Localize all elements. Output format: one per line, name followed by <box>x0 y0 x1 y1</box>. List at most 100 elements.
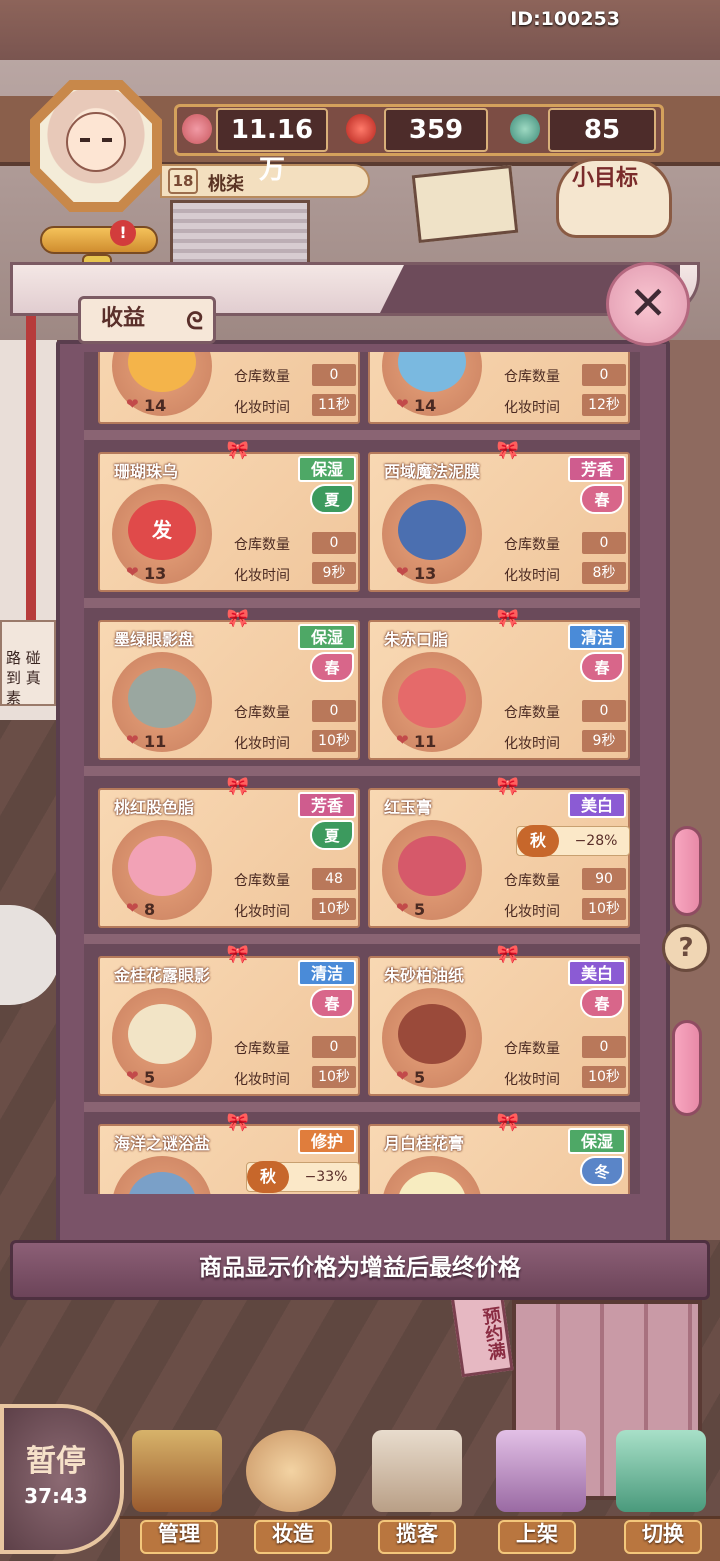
heart-coin-icon: ❤ <box>396 563 409 581</box>
player-name: 桃柒 <box>208 174 244 195</box>
item-card[interactable]: 🎀 海洋之谜浴盐 修护秋 −33% <box>98 1114 360 1194</box>
bow-icon: 🎀 <box>226 608 250 629</box>
time-label: 化妆时间 <box>504 400 560 416</box>
close-button[interactable]: ✕ <box>606 262 690 346</box>
left-side-note: 路 碰到 真素 <box>0 620 56 707</box>
season-bonus: 秋 −28% <box>516 825 630 857</box>
effect-tag: 保湿 <box>298 624 356 650</box>
effect-tag: 清洁 <box>568 624 626 650</box>
effect-tag: 清洁 <box>298 960 356 986</box>
item-card[interactable]: 🎀 桃红股色脂 芳香夏仓库数量 48 化妆时间 10秒 ❤ 8 <box>98 778 360 928</box>
effect-tag: 芳香 <box>568 456 626 482</box>
level-badge: 18 <box>168 168 198 194</box>
heart-coin-icon: ❤ <box>126 899 139 917</box>
item-name: 西域魔法泥膜 <box>384 462 481 481</box>
item-name: 朱赤口脂 <box>384 630 449 649</box>
season-badge: 春 <box>310 988 354 1018</box>
item-art-label: 发 <box>152 518 172 542</box>
shelf-divider <box>84 766 640 776</box>
season-badge: 春 <box>580 988 624 1018</box>
toolbar-switch-button[interactable]: 切换 <box>618 1518 708 1548</box>
panel-title[interactable]: 收益 ᘓ <box>78 296 216 344</box>
toolbar-makeup-button[interactable]: 妆造 <box>248 1518 338 1548</box>
map-pin-icon[interactable] <box>616 1430 706 1512</box>
item-name: 墨绿眼影盘 <box>114 630 195 649</box>
resource-jade[interactable]: 85 <box>548 108 656 152</box>
time-value: 10秒 <box>312 898 356 920</box>
heart-coin-icon: ❤ <box>126 1067 139 1085</box>
shelf-divider <box>84 430 640 440</box>
help-button[interactable]: ? <box>662 924 710 972</box>
item-grid[interactable]: 🎀仓库数量0化妆时间11秒❤14🎀仓库数量0化妆时间12秒❤14🎀珊瑚珠乌发保湿… <box>84 352 640 1194</box>
heart-coin-icon: ❤ <box>396 395 409 413</box>
item-card[interactable]: 🎀 墨绿眼影盘 保湿春仓库数量 0 化妆时间 10秒 ❤ 11 <box>98 610 360 760</box>
scroll-handle-upper[interactable] <box>672 826 702 916</box>
footer-note: 商品显示价格为增益后最终价格 <box>199 1255 521 1281</box>
item-card[interactable]: 🎀 朱砂柏油纸 美白春仓库数量 0 化妆时间 10秒 ❤ 5 <box>368 946 630 1096</box>
item-card[interactable]: 🎀 西域魔法泥膜 芳香春仓库数量 0 化妆时间 8秒 ❤ 13 <box>368 442 630 592</box>
item-card[interactable]: 🎀 红玉膏 美白秋 −28% 仓库数量 90 化妆时间 10秒 ❤ 5 <box>368 778 630 928</box>
bow-icon: 🎀 <box>496 608 520 629</box>
season-badge: 春 <box>580 484 624 514</box>
stock-value: 0 <box>582 532 626 554</box>
season-badge: 冬 <box>580 1156 624 1186</box>
item-price: 11 <box>144 732 167 751</box>
scene-sign-board <box>411 164 519 244</box>
item-name: 桃红股色脂 <box>114 798 195 817</box>
signpost-icon[interactable] <box>372 1430 462 1512</box>
question-icon: ? <box>678 933 694 963</box>
item-art-icon <box>128 1004 196 1064</box>
time-value: 12秒 <box>582 394 626 416</box>
shop-stall-icon[interactable] <box>132 1430 222 1512</box>
effect-tag: 美白 <box>568 960 626 986</box>
item-art-icon <box>398 1004 466 1064</box>
time-label: 化妆时间 <box>504 568 560 584</box>
item-card[interactable]: 🎀 珊瑚珠乌发 保湿夏仓库数量 0 化妆时间 9秒 ❤ 13 <box>98 442 360 592</box>
swirl-icon: ᘓ <box>186 307 203 335</box>
heart-coin-icon: ❤ <box>126 563 139 581</box>
time-label: 化妆时间 <box>234 904 290 920</box>
item-price: 13 <box>414 564 437 583</box>
time-value: 10秒 <box>582 898 626 920</box>
stock-label: 仓库数量 <box>234 369 290 385</box>
stock-value: 48 <box>312 868 356 890</box>
item-card[interactable]: 🎀 朱赤口脂 清洁春仓库数量 0 化妆时间 9秒 ❤ 11 <box>368 610 630 760</box>
item-card[interactable]: 🎀仓库数量0化妆时间12秒❤14 <box>368 352 630 424</box>
bow-icon: 🎀 <box>496 1112 520 1133</box>
scroll-handle-lower[interactable] <box>672 1020 702 1116</box>
item-art-icon <box>128 668 196 728</box>
item-price: 13 <box>144 564 167 583</box>
season-badge: 夏 <box>310 820 354 850</box>
time-label: 化妆时间 <box>234 400 290 416</box>
bow-icon: 🎀 <box>226 776 250 797</box>
item-art-icon <box>398 500 466 560</box>
item-card[interactable]: 🎀 金桂花露眼影 清洁春仓库数量 0 化妆时间 10秒 ❤ 5 <box>98 946 360 1096</box>
toolbar-shelve-button[interactable]: 上架 <box>492 1518 582 1548</box>
resource-gems[interactable]: 359 <box>384 108 488 152</box>
alert-badge: ! <box>110 220 136 246</box>
heart-coin-icon: ❤ <box>126 731 139 749</box>
heart-coin-icon <box>182 114 212 144</box>
item-price: 5 <box>414 1068 426 1087</box>
time-value: 10秒 <box>312 730 356 752</box>
stock-label: 仓库数量 <box>504 369 560 385</box>
stock-value: 90 <box>582 868 626 890</box>
stock-value: 0 <box>312 532 356 554</box>
season-badge: 春 <box>580 652 624 682</box>
stock-label: 仓库数量 <box>504 537 560 553</box>
scroll-icon[interactable] <box>40 226 158 254</box>
item-name: 月白桂花膏 <box>384 1134 465 1153</box>
makeup-plate-icon[interactable] <box>246 1430 336 1512</box>
shelf-book-icon[interactable] <box>496 1430 586 1512</box>
stock-label: 仓库数量 <box>504 1041 560 1057</box>
item-card[interactable]: 🎀仓库数量0化妆时间11秒❤14 <box>98 352 360 424</box>
toolbar-solicit-button[interactable]: 揽客 <box>372 1518 462 1548</box>
item-name: 红玉膏 <box>384 798 433 817</box>
item-card[interactable]: 🎀 月白桂花膏 保湿冬 <box>368 1114 630 1194</box>
toolbar-manage-button[interactable]: 管理 <box>134 1518 224 1548</box>
season-badge: 秋 <box>517 825 559 857</box>
resource-coins[interactable]: 11.16万 <box>216 108 328 185</box>
time-value: 11秒 <box>312 394 356 416</box>
time-label: 化妆时间 <box>234 736 290 752</box>
item-art-icon <box>128 836 196 896</box>
